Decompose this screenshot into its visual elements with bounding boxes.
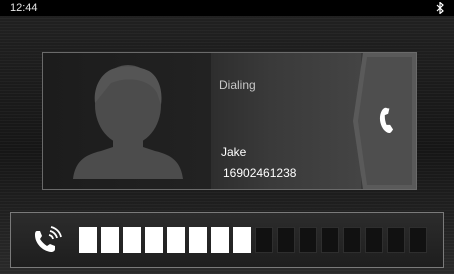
call-info: Dialing Jake 16902461238 bbox=[211, 53, 361, 189]
volume-level-segment[interactable] bbox=[167, 227, 185, 253]
volume-level-segment[interactable] bbox=[321, 227, 339, 253]
call-status: Dialing bbox=[219, 78, 256, 92]
volume-level-segment[interactable] bbox=[299, 227, 317, 253]
volume-bar bbox=[10, 212, 444, 268]
speaker-volume-icon[interactable] bbox=[33, 225, 63, 255]
volume-level-segment[interactable] bbox=[387, 227, 405, 253]
volume-level-segment[interactable] bbox=[277, 227, 295, 253]
call-card: Dialing Jake 16902461238 bbox=[42, 52, 417, 190]
volume-level-segment[interactable] bbox=[343, 227, 361, 253]
end-call-button[interactable] bbox=[353, 53, 416, 189]
volume-level-segment[interactable] bbox=[79, 227, 97, 253]
status-time: 12:44 bbox=[10, 2, 38, 14]
volume-level-segment[interactable] bbox=[233, 227, 251, 253]
volume-level-segment[interactable] bbox=[211, 227, 229, 253]
volume-level-segment[interactable] bbox=[123, 227, 141, 253]
volume-levels bbox=[79, 227, 427, 253]
volume-level-segment[interactable] bbox=[365, 227, 383, 253]
volume-level-segment[interactable] bbox=[189, 227, 207, 253]
volume-level-segment[interactable] bbox=[101, 227, 119, 253]
avatar bbox=[43, 53, 211, 189]
volume-level-segment[interactable] bbox=[145, 227, 163, 253]
person-silhouette-icon bbox=[73, 65, 183, 179]
status-bar: 12:44 bbox=[0, 0, 454, 16]
contact-number: 16902461238 bbox=[223, 166, 297, 180]
volume-level-segment[interactable] bbox=[409, 227, 427, 253]
volume-level-segment[interactable] bbox=[255, 227, 273, 253]
bluetooth-icon bbox=[436, 2, 444, 14]
contact-name: Jake bbox=[221, 145, 247, 159]
call-screen: 12:44 Dialing Jake 16902461238 bbox=[0, 0, 454, 274]
